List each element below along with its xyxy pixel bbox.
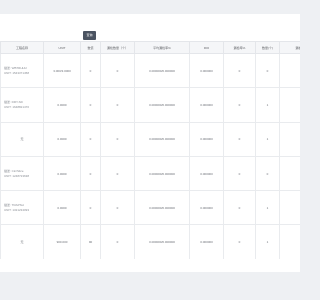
value-cell: 0 bbox=[80, 155, 101, 192]
column-header[interactable]: ROI bbox=[189, 41, 224, 54]
unit-cell: 3.000/3.0000 bbox=[43, 52, 81, 89]
ratio-cell: 1 bbox=[279, 190, 300, 226]
unit-cell: 900.000 bbox=[43, 224, 81, 259]
count-cell: 1 bbox=[255, 87, 280, 123]
miss-rate-cell: 0 bbox=[223, 224, 256, 259]
table-header-row: 工程名称 UNIT 数值 漏检数量（个） 平均漏检率% ROI 漏检率% 数量(… bbox=[0, 41, 300, 54]
miss-rate-cell: 0 bbox=[223, 121, 256, 157]
top-bar bbox=[0, 0, 300, 14]
miss-rate-cell: 0 bbox=[223, 155, 256, 192]
unit-cell: 0.0000 bbox=[43, 190, 81, 226]
missed-count-cell: 0 bbox=[100, 52, 135, 89]
table-row[interactable]: 描述: DRY-SD UNIT: 1648821470 0.0000 0 0 0… bbox=[0, 87, 300, 123]
project-unit: UNIT: 1321234093 bbox=[4, 207, 30, 212]
count-cell: 1 bbox=[255, 190, 280, 226]
missed-count-cell: 0 bbox=[100, 121, 135, 157]
ratio-cell: 1 bbox=[279, 87, 300, 123]
count-cell: 1 bbox=[255, 121, 280, 157]
project-unit: UNIT: 1248723638 bbox=[4, 173, 30, 178]
footer-area bbox=[0, 272, 300, 300]
value-cell: 0 bbox=[80, 121, 101, 157]
missed-count-cell: 0 bbox=[100, 155, 135, 192]
table-row[interactable]: 无 900.000 90 0 0.000000/0.000000 0.00000… bbox=[0, 224, 300, 259]
roi-cell: 0.000000 bbox=[189, 224, 224, 259]
unit-cell: 0.0000 bbox=[43, 121, 81, 157]
table-row[interactable]: 无 0.0000 0 0 0.000000/0.000000 0.000000 … bbox=[0, 121, 300, 157]
count-cell: 0 bbox=[255, 155, 280, 192]
column-header[interactable]: 平均漏检率% bbox=[134, 41, 190, 54]
roi-cell: 0.000000 bbox=[189, 190, 224, 226]
unit-cell: 0.0000 bbox=[43, 87, 81, 123]
table-row[interactable]: 描述: Cin/Slice UNIT: 1248723638 0.0000 0 … bbox=[0, 155, 300, 192]
value-cell: 0 bbox=[80, 87, 101, 123]
project-info-cell: 无 bbox=[0, 121, 44, 157]
project-info-cell: 无 bbox=[0, 224, 44, 259]
count-cell: 1 bbox=[255, 224, 280, 259]
value-cell: 90 bbox=[80, 224, 101, 259]
table-row[interactable]: 描述: TRAPSH UNIT: 1321234093 0.0000 0 0 0… bbox=[0, 190, 300, 226]
project-info-cell: 描述: WB7RHHU UNIT: 1543371458 bbox=[0, 52, 44, 89]
column-header[interactable]: 数值 bbox=[80, 41, 101, 54]
roi-cell: 0.000000 bbox=[189, 155, 224, 192]
avg-rate-cell: 0.000000/0.000000 bbox=[134, 155, 190, 192]
project-info-cell: 描述: TRAPSH UNIT: 1321234093 bbox=[0, 190, 44, 226]
avg-rate-cell: 0.000000/0.000000 bbox=[134, 121, 190, 157]
missed-count-cell: 0 bbox=[100, 87, 135, 123]
roi-cell: 0.000000 bbox=[189, 121, 224, 157]
miss-rate-cell: 0 bbox=[223, 52, 256, 89]
column-header[interactable]: 漏检数量（个） bbox=[100, 41, 135, 54]
project-unit: UNIT: 1543371458 bbox=[4, 70, 30, 75]
value-cell: 0 bbox=[80, 52, 101, 89]
avg-rate-cell: 0.000000/0.000000 bbox=[134, 87, 190, 123]
avg-rate-cell: 0.000000/0.000000 bbox=[134, 224, 190, 259]
data-table-container: 工程名称 UNIT 数值 漏检数量（个） 平均漏检率% ROI 漏检率% 数量(… bbox=[0, 41, 300, 259]
project-info-cell: 描述: DRY-SD UNIT: 1648821470 bbox=[0, 87, 44, 123]
search-button[interactable]: 查询 bbox=[83, 31, 96, 40]
unit-cell: 0.0000 bbox=[43, 155, 81, 192]
roi-cell: 0.000000 bbox=[189, 87, 224, 123]
ratio-cell: 0 bbox=[279, 155, 300, 192]
missed-count-cell: 0 bbox=[100, 224, 135, 259]
column-header[interactable]: 工程名称 bbox=[0, 41, 44, 54]
column-header[interactable]: 漏检占比 bbox=[279, 41, 300, 54]
miss-rate-cell: 0 bbox=[223, 190, 256, 226]
column-header[interactable]: 数量(个) bbox=[255, 41, 280, 54]
missed-count-cell: 0 bbox=[100, 190, 135, 226]
ratio-cell: 0 bbox=[279, 52, 300, 89]
roi-cell: 0.000000 bbox=[189, 52, 224, 89]
column-header[interactable]: UNIT bbox=[43, 41, 81, 54]
project-unit: UNIT: 1648821470 bbox=[4, 104, 30, 109]
column-header[interactable]: 漏检率% bbox=[223, 41, 256, 54]
ratio-cell: 1 bbox=[279, 224, 300, 259]
value-cell: 0 bbox=[80, 190, 101, 226]
miss-rate-cell: 0 bbox=[223, 87, 256, 123]
data-table: 工程名称 UNIT 数值 漏检数量（个） 平均漏检率% ROI 漏检率% 数量(… bbox=[0, 41, 300, 259]
avg-rate-cell: 0.000000/0.000000 bbox=[134, 190, 190, 226]
ratio-cell: 1 bbox=[279, 121, 300, 157]
count-cell: 0 bbox=[255, 52, 280, 89]
avg-rate-cell: 0.000000/0.000000 bbox=[134, 52, 190, 89]
table-row[interactable]: 描述: WB7RHHU UNIT: 1543371458 3.000/3.000… bbox=[0, 52, 300, 89]
project-info-cell: 描述: Cin/Slice UNIT: 1248723638 bbox=[0, 155, 44, 192]
toolbar bbox=[0, 14, 300, 40]
